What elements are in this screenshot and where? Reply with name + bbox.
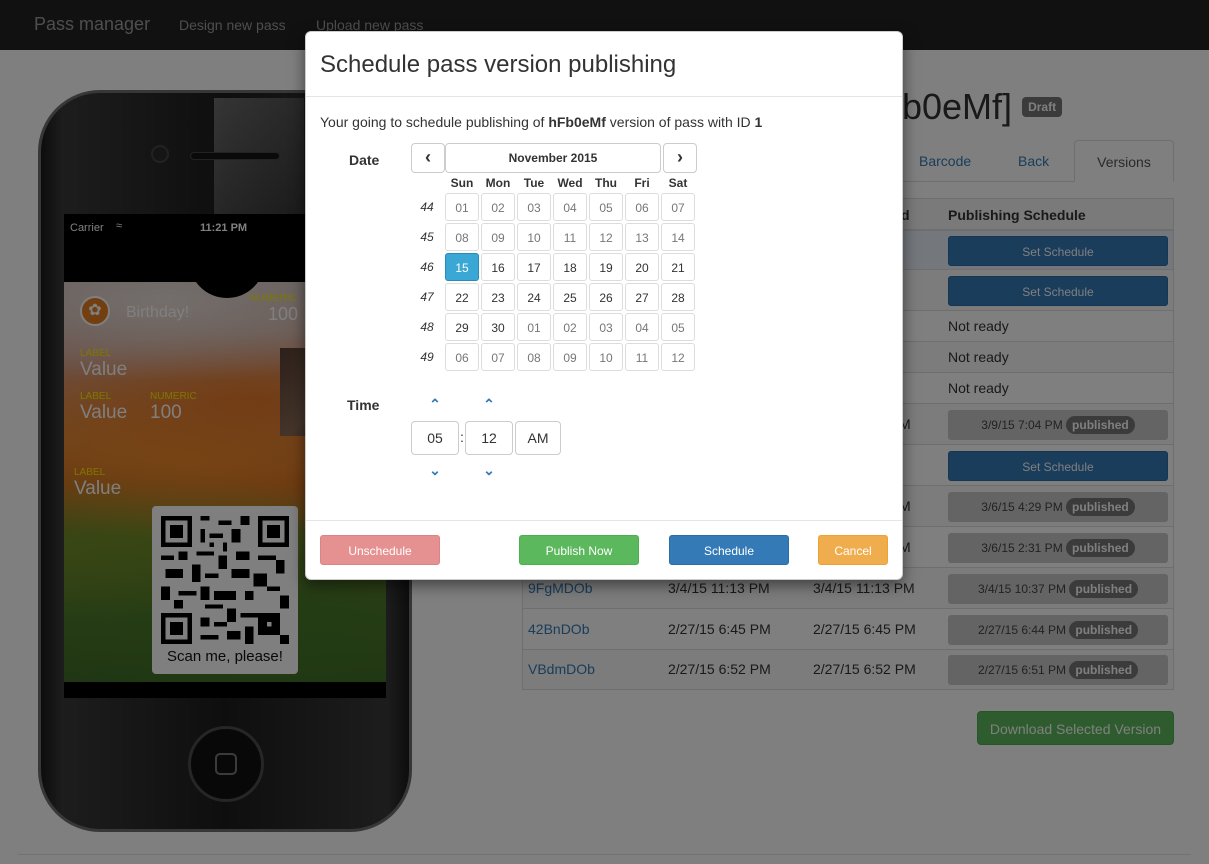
calendar-day[interactable]: 29 bbox=[445, 313, 479, 341]
week-number: 49 bbox=[420, 350, 434, 364]
calendar-day[interactable]: 19 bbox=[589, 253, 623, 281]
calendar-day[interactable]: 10 bbox=[517, 223, 551, 251]
calendar-day[interactable]: 07 bbox=[661, 193, 695, 221]
calendar-day[interactable]: 09 bbox=[481, 223, 515, 251]
hour-increment-icon[interactable]: ⌃ bbox=[423, 394, 447, 414]
calendar-day[interactable]: 03 bbox=[589, 313, 623, 341]
week-number: 48 bbox=[420, 320, 434, 334]
intro-middle: version of pass with ID bbox=[605, 114, 755, 130]
time-separator: : bbox=[460, 429, 464, 445]
modal-title: Schedule pass version publishing bbox=[320, 51, 677, 78]
calendar-day[interactable]: 10 bbox=[589, 343, 623, 371]
minute-increment-icon[interactable]: ⌃ bbox=[477, 394, 501, 414]
calendar-day[interactable]: 11 bbox=[553, 223, 587, 251]
intro-pass-id: 1 bbox=[754, 114, 763, 130]
hour-decrement-icon[interactable]: ⌄ bbox=[423, 460, 447, 480]
calendar-day[interactable]: 09 bbox=[553, 343, 587, 371]
weekday-header: Mon bbox=[485, 176, 511, 190]
week-number: 44 bbox=[420, 200, 434, 214]
calendar-day[interactable]: 02 bbox=[553, 313, 587, 341]
calendar-day[interactable]: 08 bbox=[517, 343, 551, 371]
calendar-day[interactable]: 30 bbox=[481, 313, 515, 341]
calendar-month-switch[interactable]: November 2015 bbox=[445, 143, 661, 173]
calendar-day[interactable]: 08 bbox=[445, 223, 479, 251]
calendar-day[interactable]: 01 bbox=[445, 193, 479, 221]
calendar-day[interactable]: 13 bbox=[625, 223, 659, 251]
calendar-day[interactable]: 24 bbox=[517, 283, 551, 311]
weekday-header: Sun bbox=[450, 176, 474, 190]
intro-version: hFb0eMf bbox=[548, 114, 606, 130]
calendar-day[interactable]: 22 bbox=[445, 283, 479, 311]
calendar-day[interactable]: 25 bbox=[553, 283, 587, 311]
calendar-day[interactable]: 06 bbox=[445, 343, 479, 371]
calendar-prev-button[interactable]: ‹ bbox=[411, 143, 445, 173]
minute-decrement-icon[interactable]: ⌄ bbox=[477, 460, 501, 480]
modal-footer-divider bbox=[306, 520, 902, 521]
weekday-header: Fri bbox=[634, 176, 650, 190]
calendar-day[interactable]: 14 bbox=[661, 223, 695, 251]
calendar-day[interactable]: 20 bbox=[625, 253, 659, 281]
calendar-day[interactable]: 07 bbox=[481, 343, 515, 371]
week-number: 46 bbox=[420, 260, 434, 274]
calendar-day[interactable]: 01 bbox=[517, 313, 551, 341]
weekday-header: Sat bbox=[668, 176, 688, 190]
calendar-day[interactable]: 26 bbox=[589, 283, 623, 311]
calendar-day[interactable]: 03 bbox=[517, 193, 551, 221]
minute-field[interactable]: 12 bbox=[465, 421, 513, 455]
calendar-day[interactable]: 21 bbox=[661, 253, 695, 281]
cancel-button[interactable]: Cancel bbox=[818, 535, 888, 565]
week-number: 47 bbox=[420, 290, 434, 304]
weekday-header: Wed bbox=[557, 176, 583, 190]
calendar-day[interactable]: 04 bbox=[625, 313, 659, 341]
calendar-day[interactable]: 05 bbox=[589, 193, 623, 221]
weekday-header: Thu bbox=[595, 176, 617, 190]
weekday-header: Tue bbox=[523, 176, 545, 190]
calendar-day[interactable]: 17 bbox=[517, 253, 551, 281]
publish-now-button[interactable]: Publish Now bbox=[519, 535, 639, 565]
unschedule-button[interactable]: Unschedule bbox=[320, 535, 440, 565]
calendar-day[interactable]: 02 bbox=[481, 193, 515, 221]
week-number: 45 bbox=[420, 230, 434, 244]
calendar-day[interactable]: 06 bbox=[625, 193, 659, 221]
calendar-day[interactable]: 04 bbox=[553, 193, 587, 221]
calendar-next-button[interactable]: › bbox=[663, 143, 697, 173]
modal-header-divider bbox=[306, 96, 902, 97]
calendar-day[interactable]: 23 bbox=[481, 283, 515, 311]
intro-prefix: Your going to schedule publishing of bbox=[320, 114, 549, 130]
calendar-day[interactable]: 27 bbox=[625, 283, 659, 311]
time-label: Time bbox=[347, 397, 380, 413]
calendar-day[interactable]: 12 bbox=[661, 343, 695, 371]
hour-field[interactable]: 05 bbox=[411, 421, 459, 455]
calendar-day[interactable]: 18 bbox=[553, 253, 587, 281]
modal-intro: Your going to schedule publishing of hFb… bbox=[320, 114, 762, 130]
schedule-modal: Schedule pass version publishing Your go… bbox=[305, 31, 903, 580]
calendar-day-selected[interactable]: 15 bbox=[445, 253, 479, 281]
date-label: Date bbox=[349, 152, 380, 168]
calendar-day[interactable]: 28 bbox=[661, 283, 695, 311]
calendar-day[interactable]: 12 bbox=[589, 223, 623, 251]
calendar-day[interactable]: 05 bbox=[661, 313, 695, 341]
schedule-button[interactable]: Schedule bbox=[669, 535, 789, 565]
meridian-toggle[interactable]: AM bbox=[515, 421, 561, 455]
calendar-day[interactable]: 16 bbox=[481, 253, 515, 281]
calendar-day[interactable]: 11 bbox=[625, 343, 659, 371]
